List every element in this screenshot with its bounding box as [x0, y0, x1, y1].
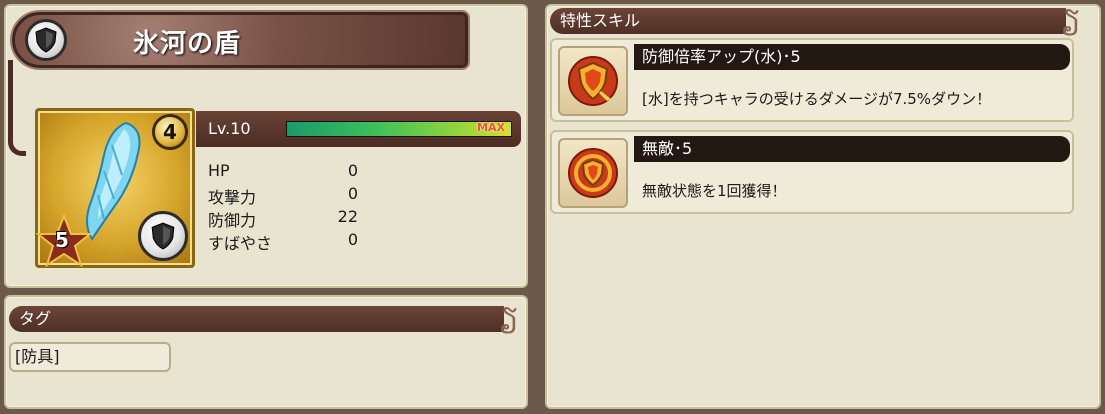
- stat-value: 0: [347, 184, 358, 203]
- skill-card[interactable]: 防御倍率アップ(水)･5 [水]を持つキャラの受けるダメージが7.5%ダウン！: [550, 38, 1074, 122]
- ribbon-curl-ornament: ຽ: [1061, 3, 1080, 36]
- skill-name: 防御倍率アップ(水)･5: [634, 44, 1070, 70]
- stat-label: 攻撃力: [208, 188, 257, 207]
- max-label: MAX: [477, 121, 505, 134]
- skill-name: 無敵･5: [634, 136, 1070, 162]
- defense-up-icon: [558, 46, 628, 116]
- item-name: 氷河の盾: [133, 29, 242, 59]
- stat-row: 防御力 22: [208, 207, 358, 230]
- tag-item[interactable]: [防具]: [9, 342, 171, 372]
- skill-header-label: 特性スキル: [560, 11, 641, 30]
- stat-value: 22: [337, 207, 358, 226]
- skill-header: 特性スキル ຽ: [550, 6, 1080, 34]
- star-count: 5: [55, 228, 69, 252]
- title-frame-ornament: [8, 60, 26, 156]
- skill-description: 無敵状態を1回獲得！: [642, 182, 787, 200]
- shield-icon: [25, 19, 67, 61]
- stat-label: 防御力: [208, 211, 257, 230]
- rarity-badge: 4: [152, 114, 188, 150]
- stat-value: 0: [347, 161, 358, 180]
- tag-header: タグ ຽ: [9, 304, 518, 332]
- stat-label: すばやさ: [208, 234, 273, 253]
- stat-row: HP 0: [208, 161, 358, 184]
- stat-label: HP: [208, 161, 230, 180]
- item-type-shield-icon: [138, 211, 188, 261]
- stat-row: 攻撃力 0: [208, 184, 358, 207]
- ribbon-curl-ornament: ຽ: [499, 301, 518, 334]
- level-bar: Lv.10 MAX: [196, 111, 521, 147]
- tag-header-label: タグ: [19, 309, 52, 328]
- xp-track: MAX: [286, 121, 512, 137]
- level-label: Lv.10: [208, 119, 251, 138]
- stat-row: すばやさ 0: [208, 230, 358, 253]
- invincible-icon: [558, 138, 628, 208]
- skill-description: [水]を持つキャラの受けるダメージが7.5%ダウン！: [642, 90, 992, 108]
- item-title-plate: 氷河の盾: [12, 12, 468, 68]
- stats-list: HP 0 攻撃力 0 防御力 22 すばやさ 0: [208, 161, 358, 253]
- stat-value: 0: [347, 230, 358, 249]
- skill-card[interactable]: 無敵･5 無敵状態を1回獲得！: [550, 130, 1074, 214]
